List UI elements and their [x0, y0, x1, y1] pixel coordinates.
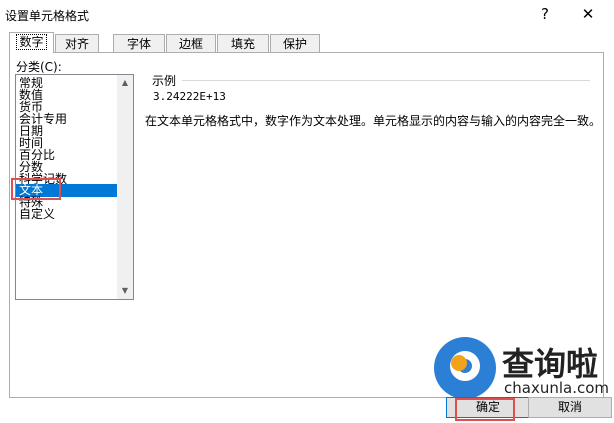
scroll-down-arrow-icon[interactable]: ▼: [117, 283, 133, 299]
format-cells-dialog: 设置单元格格式 ? ✕ 数字 对齐 字体 边框 填充 保护 分类(C): 常规 …: [0, 0, 614, 423]
tab-fill[interactable]: 填充: [217, 34, 269, 52]
cancel-button[interactable]: 取消: [528, 397, 612, 418]
tab-number[interactable]: 数字: [9, 32, 54, 53]
category-list[interactable]: 常规 数值 货币 会计专用 日期 时间 百分比 分数 科学记数 文本 特殊 自定…: [15, 74, 134, 300]
sample-group-line: [182, 80, 590, 81]
logo-dot: [451, 355, 467, 371]
dialog-title: 设置单元格格式: [5, 9, 90, 23]
watermark-subtext: chaxunla.com: [504, 379, 609, 397]
tab-alignment[interactable]: 对齐: [55, 34, 99, 52]
tab-font[interactable]: 字体: [113, 34, 165, 52]
format-description: 在文本单元格格式中，数字作为文本处理。单元格显示的内容与输入的内容完全一致。: [145, 114, 602, 128]
close-button[interactable]: ✕: [573, 2, 603, 26]
category-item-custom[interactable]: 自定义: [16, 208, 117, 221]
sample-value: 3.24222E+13: [153, 90, 226, 103]
sample-label: 示例: [150, 72, 179, 89]
title-bar: 设置单元格格式 ? ✕: [0, 0, 614, 28]
sample-group: 示例 3.24222E+13: [142, 72, 592, 108]
tab-border[interactable]: 边框: [166, 34, 216, 52]
help-button[interactable]: ?: [532, 2, 558, 26]
scroll-up-arrow-icon[interactable]: ▲: [117, 75, 133, 91]
ok-button[interactable]: 确定: [446, 397, 530, 418]
category-label: 分类(C):: [16, 60, 62, 74]
tab-protection[interactable]: 保护: [270, 34, 320, 52]
category-scrollbar[interactable]: ▲ ▼: [117, 75, 133, 299]
